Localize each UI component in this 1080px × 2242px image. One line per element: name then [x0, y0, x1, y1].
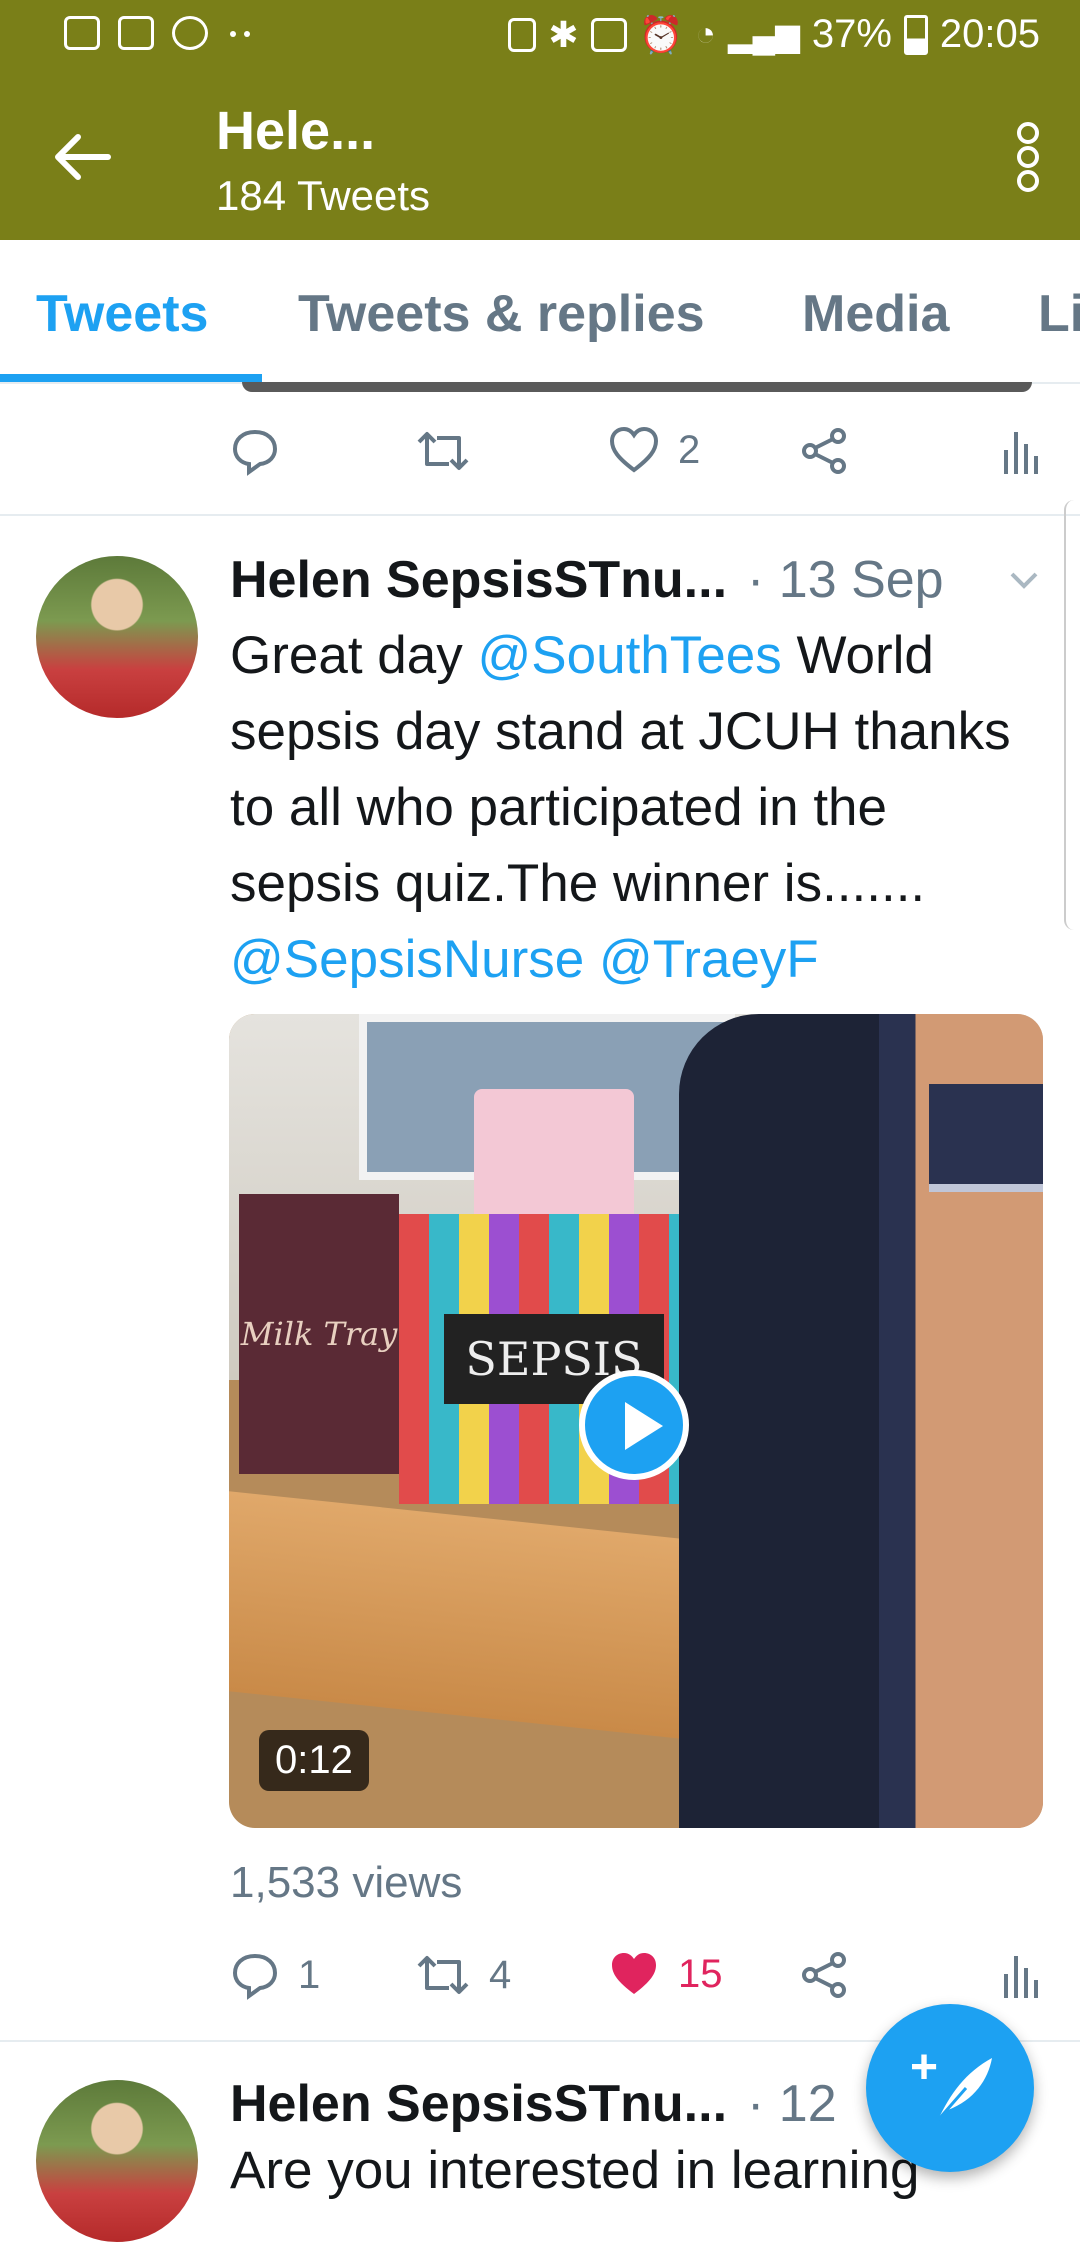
view-count: 1,533 views	[230, 1858, 463, 1907]
share-button[interactable]	[800, 426, 850, 476]
heart-filled-icon	[612, 1953, 656, 1994]
battery-percent: 37%	[811, 12, 892, 56]
share-icon	[802, 1952, 846, 1998]
tweet-text: Are you interested in learning	[230, 2141, 920, 2200]
wifi-icon: ◔	[695, 15, 716, 53]
back-arrow-icon[interactable]	[48, 122, 118, 192]
tab-tweets[interactable]: Tweets	[36, 284, 208, 344]
retweet-icon	[417, 432, 469, 470]
signal-icon: ▂▄▆	[727, 16, 800, 53]
analytics-icon	[1004, 432, 1038, 474]
reply-icon	[232, 429, 278, 476]
like-button[interactable]: 15	[608, 1950, 723, 1998]
mention-link[interactable]: @SepsisNurse	[230, 930, 584, 989]
video-sleeve	[929, 1084, 1043, 1192]
tweet-divider	[0, 514, 1080, 516]
profile-name-title: Hele...	[216, 101, 376, 161]
retweet-button[interactable]	[415, 426, 471, 476]
mention-link[interactable]: @SouthTees	[477, 626, 781, 685]
heart-icon	[609, 426, 659, 473]
tweet-date: · 12	[747, 2075, 837, 2133]
status-bar: ✱ ⏰ ◔ ▂▄▆ 37% 20:05	[0, 0, 1080, 72]
analytics-icon	[1004, 1956, 1038, 1998]
tweet-count: 184 Tweets	[216, 172, 431, 219]
video-pink-tub	[474, 1089, 634, 1229]
chevron-down-icon[interactable]	[1004, 560, 1044, 600]
system-icons: ✱ ⏰ ◔ ▂▄▆ 37% 20:05	[508, 12, 1040, 57]
retweet-count: 4	[489, 1952, 512, 1997]
video-duration: 0:12	[259, 1730, 369, 1791]
alarm-icon: ⏰	[638, 13, 684, 55]
active-tab-indicator	[0, 374, 262, 382]
battery-icon	[903, 14, 928, 55]
retweet-icon	[417, 1956, 469, 1994]
author-name[interactable]: Helen SepsisSTnu...	[230, 551, 727, 609]
reply-icon	[232, 1953, 278, 2000]
previous-tweet-actions: 2	[230, 416, 1040, 496]
notification-icons	[64, 16, 254, 50]
video-chocolate-box: Milk Tray	[239, 1194, 399, 1474]
more-notifications-icon	[226, 24, 254, 42]
tab-likes[interactable]: Li	[1038, 284, 1080, 344]
previous-tweet-media-edge	[242, 382, 1032, 392]
tab-tweets-and-replies[interactable]: Tweets & replies	[298, 284, 705, 344]
tweet-header: Helen SepsisSTnu... · 13 Sep	[230, 550, 944, 610]
image-icon	[118, 16, 154, 50]
feather-icon	[936, 2058, 992, 2121]
share-icon	[802, 428, 846, 474]
mention-link[interactable]: @TraeyF	[599, 930, 819, 989]
avatar[interactable]	[36, 556, 198, 718]
tweet-video[interactable]: Milk Tray SEPSIS 0:12	[229, 1014, 1043, 1828]
avatar[interactable]	[36, 2080, 198, 2242]
football-icon	[172, 16, 208, 50]
battery-saver-icon	[508, 17, 537, 52]
app-bar: Hele... 184 Tweets	[0, 72, 1080, 240]
compose-tweet-button[interactable]: +	[866, 2004, 1034, 2172]
tab-media[interactable]: Media	[802, 284, 949, 344]
nfc-icon	[590, 17, 627, 52]
like-count: 2	[678, 427, 701, 472]
tweet-header: Helen SepsisSTnu... · 12	[230, 2074, 837, 2134]
reply-button[interactable]	[230, 426, 280, 476]
scrollbar[interactable]	[1064, 500, 1080, 930]
analytics-button[interactable]	[1000, 426, 1040, 476]
bluetooth-icon: ✱	[548, 13, 579, 55]
reply-count: 1	[298, 1952, 321, 1997]
play-icon[interactable]	[579, 1370, 689, 1480]
tweet-date: · 13 Sep	[747, 551, 944, 609]
clock: 20:05	[939, 12, 1040, 56]
tweet-text: Great day @SouthTees World sepsis day st…	[230, 626, 1011, 989]
like-button[interactable]: 2	[608, 426, 700, 474]
retweet-button[interactable]: 4	[415, 1950, 511, 2000]
like-count: 15	[678, 1951, 723, 1996]
share-button[interactable]	[800, 1950, 850, 2000]
overflow-menu-icon[interactable]	[1016, 122, 1040, 192]
tweet-actions: 1 4 15	[230, 1940, 1040, 2020]
reply-button[interactable]: 1	[230, 1950, 320, 2000]
profile-tabs: Tweets Tweets & replies Media Li	[0, 240, 1080, 384]
mail-icon	[64, 16, 100, 50]
author-name[interactable]: Helen SepsisSTnu...	[230, 2075, 727, 2133]
analytics-button[interactable]	[1000, 1950, 1040, 2000]
